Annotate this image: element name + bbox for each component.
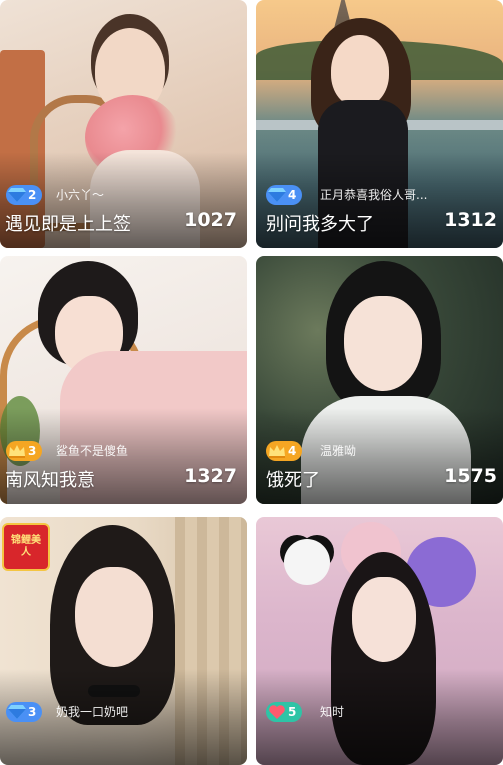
viewer-count: 1027 bbox=[184, 209, 237, 231]
room-title: 遇见即是上上签 bbox=[5, 214, 131, 235]
viewer-count: 1575 bbox=[444, 465, 497, 487]
streamer-name: 温雅呦 bbox=[320, 444, 357, 458]
level-badge: 3 bbox=[6, 441, 43, 461]
diamond-icon bbox=[8, 188, 26, 202]
diamond-icon bbox=[268, 188, 286, 202]
crown-icon bbox=[269, 445, 285, 458]
room-title: 别问我多大了 bbox=[266, 214, 374, 235]
live-room-card[interactable]: 4 温雅呦 饿死了 1575 bbox=[256, 256, 503, 504]
level-badge: 3 bbox=[6, 702, 43, 722]
live-room-card[interactable]: 4 正月恭喜我俗人哥... 别问我多大了 1312 bbox=[256, 0, 503, 248]
live-room-card[interactable]: 2 小六丫～ 遇见即是上上签 1027 bbox=[0, 0, 247, 248]
streamer-name: 知时 bbox=[320, 705, 345, 719]
level-number: 3 bbox=[28, 705, 37, 719]
level-number: 4 bbox=[288, 188, 297, 202]
streamer-name: 正月恭喜我俗人哥... bbox=[320, 188, 428, 202]
streamer-figure bbox=[352, 577, 416, 662]
viewer-count: 1312 bbox=[444, 209, 497, 231]
level-number: 5 bbox=[288, 705, 297, 719]
live-room-card[interactable]: 3 鲨鱼不是傻鱼 南风知我意 1327 bbox=[0, 256, 247, 504]
level-badge: 2 bbox=[6, 185, 43, 205]
viewer-count: 1327 bbox=[184, 465, 237, 487]
crown-icon bbox=[9, 445, 25, 458]
streamer-figure bbox=[75, 567, 153, 667]
streamer-name: 鲨鱼不是傻鱼 bbox=[56, 444, 129, 458]
live-room-grid: 2 小六丫～ 遇见即是上上签 1027 4 正月恭喜我俗人哥... 别问我多大了… bbox=[0, 0, 503, 765]
streamer-name: 小六丫～ bbox=[56, 188, 105, 202]
level-number: 4 bbox=[288, 444, 297, 458]
sticker-text: 锦鲤美人 bbox=[11, 535, 41, 558]
level-number: 2 bbox=[28, 188, 37, 202]
diamond-icon bbox=[8, 705, 26, 719]
level-badge: 4 bbox=[266, 441, 303, 461]
room-title: 南风知我意 bbox=[5, 470, 95, 491]
promo-sticker: 锦鲤美人 bbox=[2, 523, 50, 571]
heart-icon bbox=[269, 705, 285, 719]
streamer-figure bbox=[344, 296, 422, 391]
room-title: 饿死了 bbox=[266, 470, 320, 491]
streamer-figure bbox=[331, 35, 389, 107]
streamer-name: 奶我一口奶吧 bbox=[56, 705, 129, 719]
panda-plush bbox=[284, 539, 330, 585]
level-number: 3 bbox=[28, 444, 37, 458]
level-badge: 5 bbox=[266, 702, 303, 722]
level-badge: 4 bbox=[266, 185, 303, 205]
